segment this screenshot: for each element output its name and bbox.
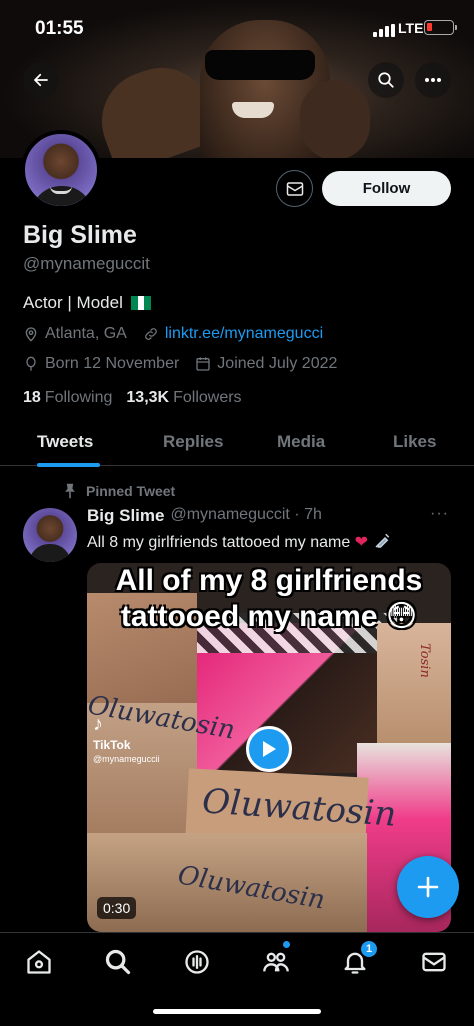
tweet-handle-time: @mynameguccit · 7h [170,506,322,523]
compose-tweet-button[interactable] [397,856,459,918]
heart-emoji-icon: ❤ [354,534,369,551]
video-caption-line1: All of my 8 girlfriends [115,564,423,597]
nav-messages[interactable] [419,947,449,977]
tab-tweets[interactable]: Tweets [37,432,93,452]
tweet-video[interactable]: Oluwatosin Oluwatosin Oluwatosin Tosin A… [87,563,451,932]
profile-name: Big Slime [23,221,137,249]
envelope-icon [422,952,446,972]
syringe-emoji-icon [375,533,389,548]
status-time: 01:55 [35,18,84,39]
video-tattoo-leg [377,623,451,743]
status-bar: 01:55 LTE [0,0,474,56]
tiktok-label: TikTok [93,738,131,752]
nigeria-flag-icon [130,296,151,310]
communities-icon [263,952,289,972]
location-pin-icon [25,327,37,342]
joined-item: Joined July 2022 [195,355,337,373]
tiktok-logo-icon: ♪ [93,713,103,735]
banner-smile [232,102,274,118]
video-caption: All of my 8 girlfriends tattooed my name… [87,563,451,635]
profile-meta-dates-row: Born 12 November Joined July 2022 [23,355,353,373]
search-icon [105,949,131,975]
back-arrow-icon [34,73,48,87]
tweet-avatar[interactable] [23,508,77,562]
following-label: Following [44,389,113,406]
tab-replies[interactable]: Replies [163,432,223,452]
nav-search[interactable] [103,947,133,977]
nav-home[interactable] [24,947,54,977]
play-icon [263,741,276,757]
video-duration: 0:30 [97,897,137,919]
banner-hand [300,80,370,158]
pinned-label: Pinned Tweet [64,483,175,499]
nav-spaces[interactable] [182,947,212,977]
link-icon [144,328,157,340]
profile-stats: 18 Following 13,3K Followers [23,389,242,407]
notifications-badge: 1 [360,940,378,958]
back-button[interactable] [23,62,59,98]
following-count: 18 [23,389,41,406]
profile-bio: Actor | Model [23,293,151,313]
pinned-text: Pinned Tweet [86,483,176,499]
more-dots-icon [425,78,441,82]
home-icon [27,950,51,974]
calendar-icon [196,357,210,371]
network-label: LTE [398,20,424,36]
pin-icon [65,483,75,499]
video-caption-line2: tattooed my name 😳 [120,600,418,633]
spaces-icon [185,950,209,974]
nav-communities[interactable] [261,947,291,977]
bio-text: Actor | Model [23,293,123,312]
home-indicator[interactable] [153,1009,321,1014]
play-button[interactable] [246,726,292,772]
location-text: Atlanta, GA [45,325,127,342]
tweet-text-row: All 8 my girlfriends tattooed my name ❤ [87,532,391,552]
following-stat[interactable]: 18 Following [23,389,112,407]
tweet-avatar-shirt [29,544,71,562]
active-tab-indicator [37,463,100,467]
location-item: Atlanta, GA [23,325,127,343]
tweet-text: All 8 my girlfriends tattooed my name [87,534,351,551]
communities-dot-indicator [283,941,290,948]
follow-button[interactable]: Follow [322,171,451,206]
profile-tabs: Tweets Replies Media Likes [0,418,474,466]
tweet-more-icon[interactable]: ··· [430,505,449,523]
profile-handle: @mynameguccit [23,254,150,273]
tweet-author-name[interactable]: Big Slime [87,506,164,526]
balloon-icon [26,356,36,371]
tiktok-watermark: ♪ TikTok @mynameguccii [93,713,160,764]
envelope-icon [286,181,303,196]
website-link[interactable]: linktr.ee/mynamegucci [165,325,323,343]
website-item[interactable]: linktr.ee/mynamegucci [143,325,323,343]
followers-stat[interactable]: 13,3K Followers [126,389,241,407]
birthday-item: Born 12 November [23,355,179,373]
profile-meta-location-row: Atlanta, GA linktr.ee/mynamegucci [23,325,339,343]
profile-avatar[interactable] [21,130,101,210]
plus-icon [417,876,439,898]
followers-count: 13,3K [126,389,170,406]
tiktok-handle: @mynameguccii [93,754,160,764]
battery-icon [424,20,454,35]
joined-text: Joined July 2022 [217,355,338,372]
tattoo-script: Tosin [416,643,432,678]
followers-label: Followers [173,389,242,406]
signal-icon [373,24,395,37]
tweet-header: Big Slime @mynameguccit · 7h [87,506,322,526]
battery-tip [455,25,457,30]
search-icon [378,72,394,88]
tab-media[interactable]: Media [277,432,325,452]
message-button[interactable] [276,170,313,207]
more-options-button[interactable] [415,62,451,98]
search-button[interactable] [368,62,404,98]
birthday-text: Born 12 November [45,355,180,372]
tab-likes[interactable]: Likes [393,432,436,452]
